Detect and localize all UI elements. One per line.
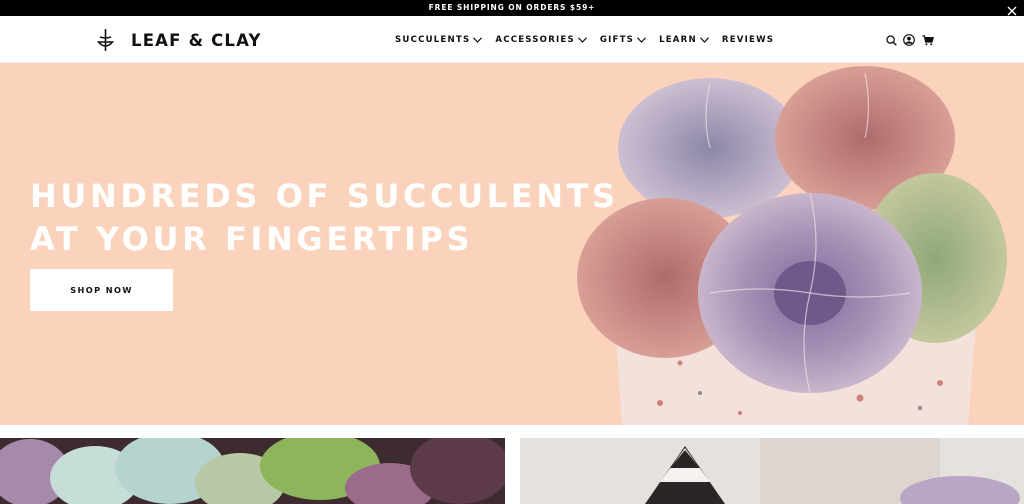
close-icon[interactable] bbox=[1006, 2, 1018, 16]
featured-tile-left[interactable] bbox=[0, 438, 505, 504]
hero-banner: HUNDREDS OF SUCCULENTS AT YOUR FINGERTIP… bbox=[0, 63, 1024, 425]
chevron-down-icon bbox=[577, 37, 587, 43]
nav-item-label: LEARN bbox=[659, 35, 697, 45]
nav-item-label: ACCESSORIES bbox=[495, 35, 575, 45]
nav-item-label: GIFTS bbox=[599, 35, 635, 45]
hero-title-line-2: AT YOUR FINGERTIPS bbox=[30, 220, 474, 258]
nav-item-accessories[interactable]: ACCESSORIES bbox=[495, 35, 587, 45]
chevron-down-icon bbox=[699, 37, 709, 43]
nav-item-succulents[interactable]: SUCCULENTS bbox=[395, 35, 483, 45]
planter-accessories-image bbox=[520, 438, 1024, 504]
nav-item-label: REVIEWS bbox=[721, 35, 775, 45]
nav-item-gifts[interactable]: GIFTS bbox=[600, 35, 646, 45]
site-header: LEAF & CLAY SUCCULENTS ACCESSORIES GIFTS… bbox=[0, 16, 1024, 63]
shop-now-button[interactable]: SHOP NOW bbox=[30, 269, 173, 311]
nav-item-learn[interactable]: LEARN bbox=[659, 35, 709, 45]
succulent-planter-image bbox=[577, 66, 1007, 425]
main-nav: SUCCULENTS ACCESSORIES GIFTS LEARN REVIE… bbox=[395, 32, 787, 48]
cart-icon[interactable] bbox=[921, 32, 935, 48]
announcement-bar: FREE SHIPPING ON ORDERS $59+ bbox=[0, 0, 1024, 16]
brand-name: LEAF & CLAY bbox=[131, 30, 262, 50]
hero-title: HUNDREDS OF SUCCULENTS AT YOUR FINGERTIP… bbox=[30, 175, 619, 261]
leaf-logo-icon bbox=[97, 29, 114, 51]
nav-item-reviews[interactable]: REVIEWS bbox=[722, 35, 774, 45]
hero-title-line-1: HUNDREDS OF SUCCULENTS bbox=[30, 177, 619, 215]
brand-logo[interactable]: LEAF & CLAY bbox=[97, 28, 262, 52]
chevron-down-icon bbox=[473, 37, 483, 43]
search-icon[interactable] bbox=[884, 32, 898, 48]
featured-tile-right[interactable] bbox=[520, 438, 1024, 504]
succulent-collection-image bbox=[0, 438, 505, 504]
announcement-text: FREE SHIPPING ON ORDERS $59+ bbox=[428, 3, 596, 12]
account-icon[interactable] bbox=[902, 32, 916, 48]
nav-item-label: SUCCULENTS bbox=[395, 35, 471, 45]
chevron-down-icon bbox=[637, 37, 646, 43]
